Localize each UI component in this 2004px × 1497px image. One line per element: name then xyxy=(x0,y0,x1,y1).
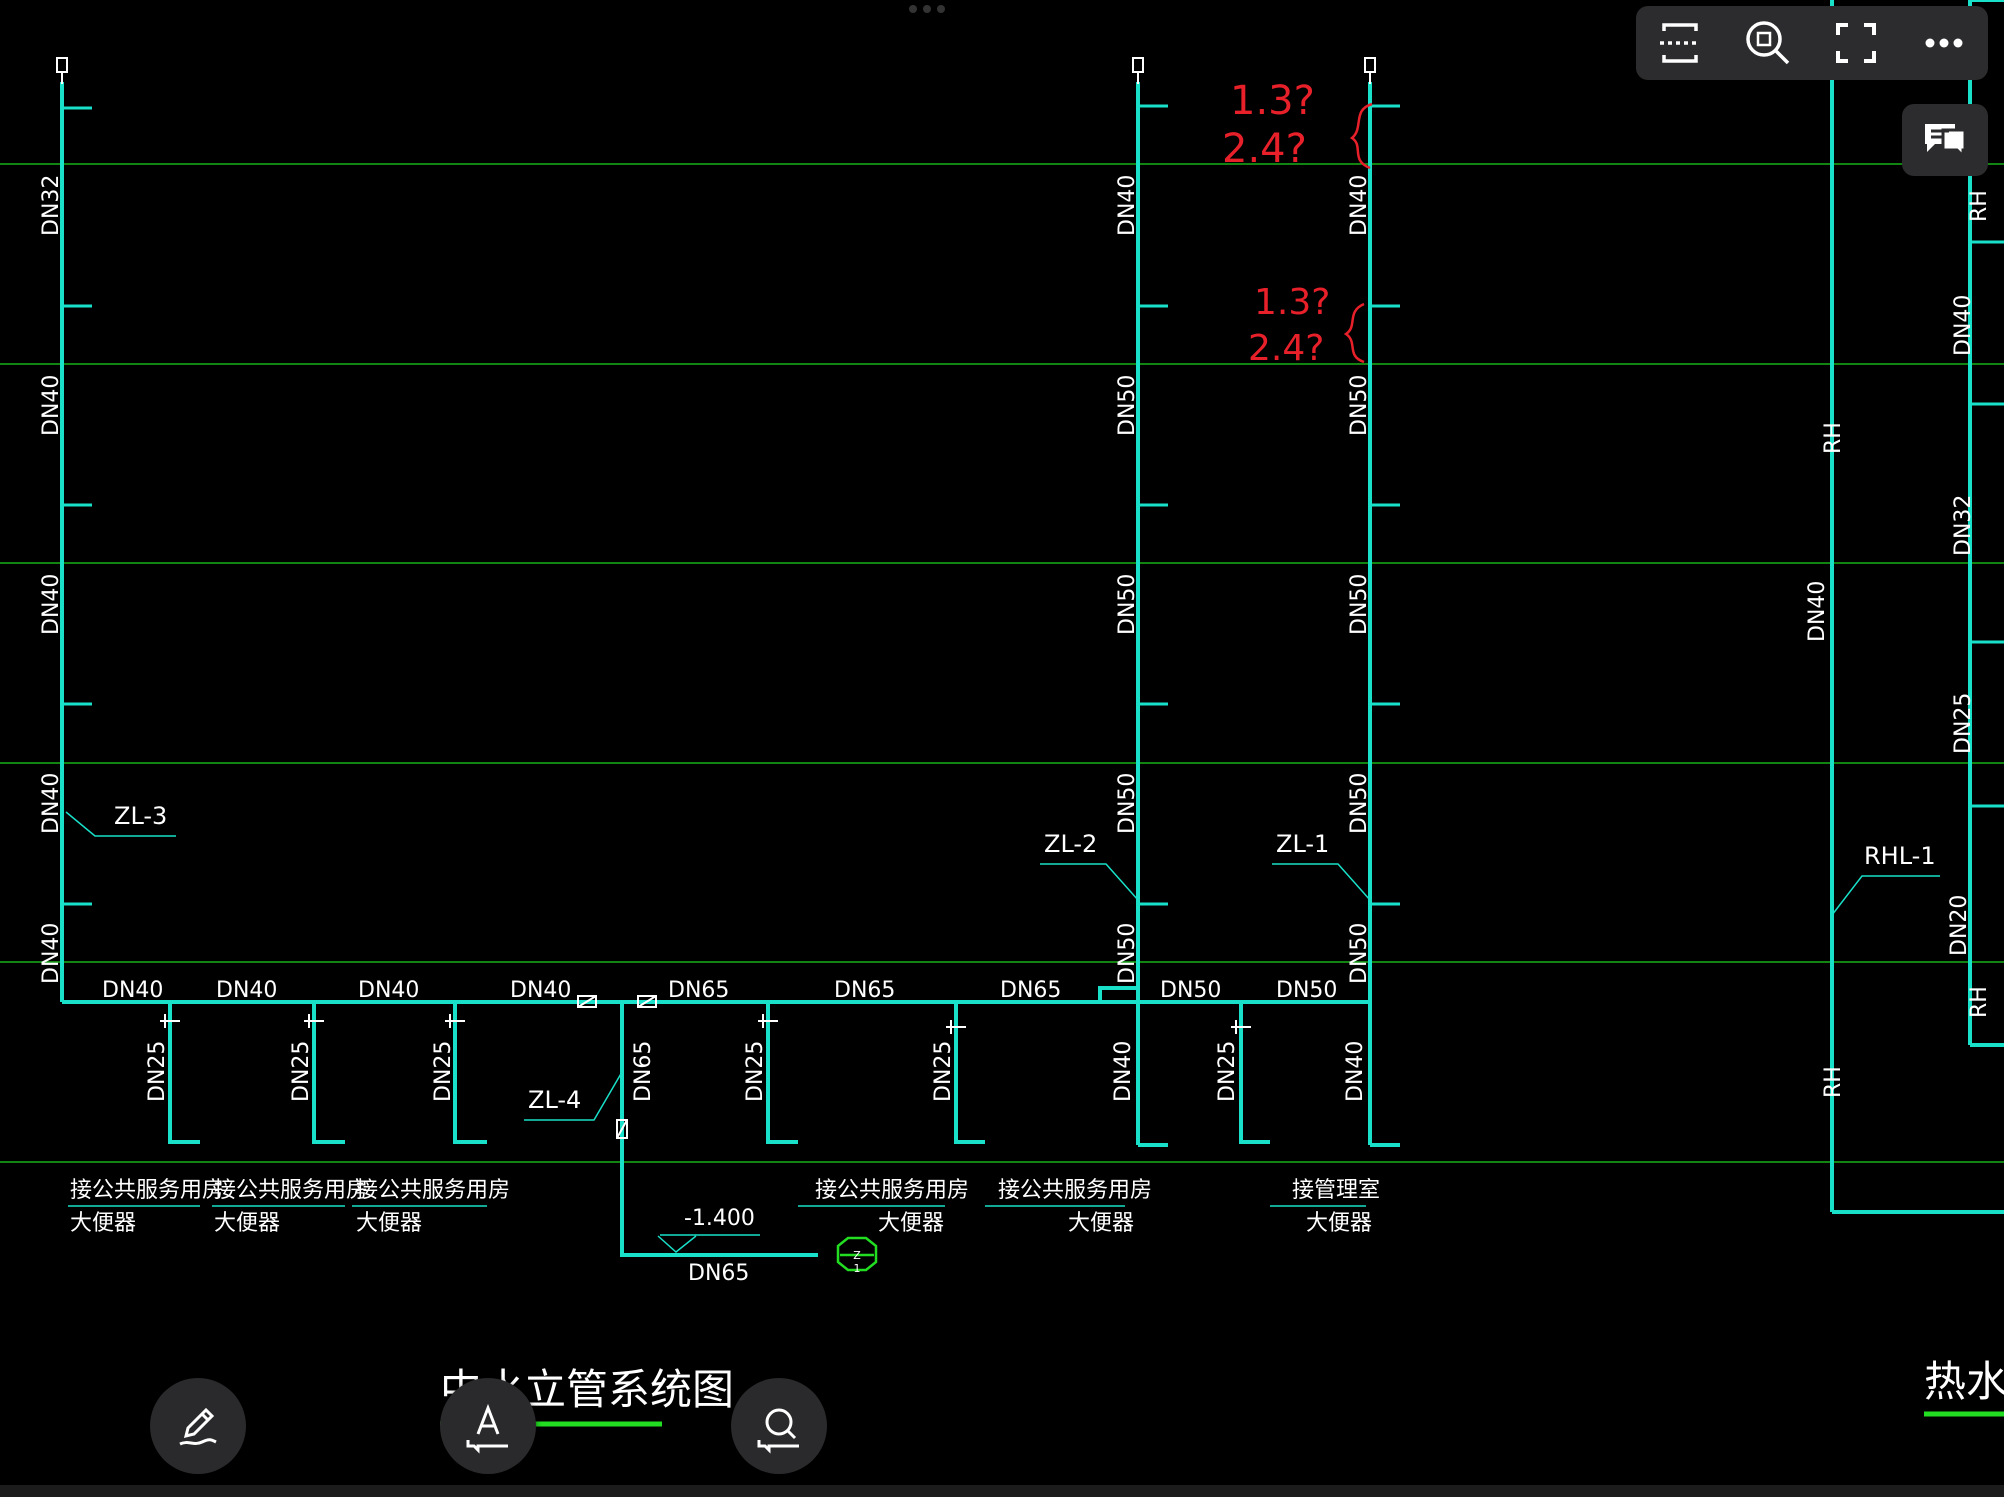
main-pipe-dn-label: DN50 xyxy=(1276,978,1337,1003)
fixture-label: 接公共服务用房 xyxy=(70,1178,224,1203)
right-riser-label: DN20 xyxy=(1947,895,1972,956)
riser-label-rhl1: RHL-1 xyxy=(1864,842,1936,870)
handwritten-note: 1.3? xyxy=(1254,282,1330,323)
riser-label-zl3: ZL-3 xyxy=(114,802,167,830)
handwritten-note: 2.4? xyxy=(1222,126,1307,172)
outlet-marker-bottom: 1 xyxy=(854,1262,861,1275)
branch-dn-label: DN65 xyxy=(631,1041,656,1102)
zl1-dn-label: DN50 xyxy=(1347,773,1372,834)
more-icon xyxy=(1925,38,1963,48)
level-label: -1.400 xyxy=(684,1206,755,1231)
fullscreen-icon xyxy=(1836,23,1876,63)
outlet-dn-label: DN65 xyxy=(688,1261,749,1286)
main-pipe-dn-label: DN40 xyxy=(216,978,277,1003)
drag-handle[interactable] xyxy=(902,2,952,16)
zl2-dn-label: DN50 xyxy=(1115,773,1140,834)
handwritten-note: 2.4? xyxy=(1248,328,1324,369)
text-annotation-icon xyxy=(466,1403,508,1454)
riser-label-zl2: ZL-2 xyxy=(1044,830,1097,858)
fixture-label: 接公共服务用房 xyxy=(356,1178,510,1203)
zl3-dn-label: DN40 xyxy=(39,574,64,635)
fixture-label: 大便器 xyxy=(70,1211,136,1236)
floor-stubs xyxy=(62,104,2004,906)
zl2-dn-label: DN40 xyxy=(1115,175,1140,236)
branch-dn-label: DN25 xyxy=(1215,1041,1240,1102)
zl3-dn-label: DN32 xyxy=(39,175,64,236)
fixture-label: 接管理室 xyxy=(1292,1178,1380,1203)
main-pipe-dn-label: DN65 xyxy=(834,978,895,1003)
outlet-marker-top: Z xyxy=(853,1249,861,1262)
vent-caps xyxy=(56,57,1376,84)
fullscreen-button[interactable] xyxy=(1824,11,1888,75)
zoom-fit-button[interactable] xyxy=(1736,11,1800,75)
branch-dn-label: DN25 xyxy=(289,1041,314,1102)
right-riser-label: DN32 xyxy=(1951,495,1976,556)
rh-riser-label: RH xyxy=(1821,422,1846,454)
scan-icon xyxy=(1660,23,1700,63)
main-pipe-dn-label: DN50 xyxy=(1160,978,1221,1003)
scan-button[interactable] xyxy=(1648,11,1712,75)
drawing-title-right: 热水 xyxy=(1924,1357,2004,1406)
fixture-label: 接公共服务用房 xyxy=(815,1178,969,1203)
zl2-dn-label: DN50 xyxy=(1115,574,1140,635)
text-annotation-button[interactable] xyxy=(440,1378,536,1474)
more-button[interactable] xyxy=(1912,11,1976,75)
valves xyxy=(160,995,1251,1139)
search-annotation-button[interactable] xyxy=(731,1378,827,1474)
zl1-dn-label: DN40 xyxy=(1347,175,1372,236)
cad-drawing-canvas[interactable]: DN32 DN40 DN40 DN40 DN40 DN40 DN50 DN50 DN50 DN50… xyxy=(0,0,2004,1497)
rh-riser-label: RH xyxy=(1821,1066,1846,1098)
search-annotation-icon xyxy=(757,1408,799,1454)
rh-riser-label: DN40 xyxy=(1805,581,1830,642)
zl3-dn-label: DN40 xyxy=(39,773,64,834)
branch-dn-label: DN25 xyxy=(431,1041,456,1102)
main-pipe-dn-label: DN40 xyxy=(510,978,571,1003)
fixture-label: 大便器 xyxy=(214,1211,280,1236)
zl1-dn-label: DN50 xyxy=(1347,923,1372,984)
main-pipe-dn-label: DN40 xyxy=(358,978,419,1003)
branch-dn-label: DN25 xyxy=(145,1041,170,1102)
fixture-label: 大便器 xyxy=(1068,1211,1134,1236)
branch-dn-label: DN25 xyxy=(743,1041,768,1102)
pen-icon xyxy=(179,1407,217,1446)
zl3-dn-label: DN40 xyxy=(39,375,64,436)
zl2-dn-label: DN50 xyxy=(1115,923,1140,984)
fixture-label: 大便器 xyxy=(878,1211,944,1236)
drawing-labels: DN32 DN40 DN40 DN40 DN40 DN40 DN50 DN50 DN50 DN50… xyxy=(39,175,2004,1427)
right-riser-label: RH xyxy=(1967,986,1992,1018)
pen-tool-button[interactable] xyxy=(150,1378,246,1474)
fixture-label: 大便器 xyxy=(1306,1211,1372,1236)
zl1-dn-label: DN50 xyxy=(1347,574,1372,635)
riser-label-zl4: ZL-4 xyxy=(528,1086,581,1114)
comment-icon xyxy=(1925,124,1967,160)
zoom-fit-icon xyxy=(1746,21,1790,65)
comments-button[interactable] xyxy=(1902,104,1988,176)
main-pipe-dn-label: DN65 xyxy=(668,978,729,1003)
top-toolbar xyxy=(1636,6,1988,80)
zl2-dn-label: DN50 xyxy=(1115,375,1140,436)
fixture-label: 大便器 xyxy=(356,1211,422,1236)
fixture-label: 接公共服务用房 xyxy=(214,1178,368,1203)
main-pipe-dn-label: DN65 xyxy=(1000,978,1061,1003)
main-pipe-dn-label: DN40 xyxy=(102,978,163,1003)
bottom-edge-bar xyxy=(0,1485,2004,1497)
zl1-dn-label: DN50 xyxy=(1347,375,1372,436)
branch-dn-label: DN40 xyxy=(1343,1041,1368,1102)
handwritten-note: 1.3? xyxy=(1230,78,1315,124)
right-riser-label: DN40 xyxy=(1951,295,1976,356)
zl3-dn-label: DN40 xyxy=(39,923,64,984)
right-riser-label: RH xyxy=(1967,190,1992,222)
branch-dn-label: DN25 xyxy=(931,1041,956,1102)
right-riser-label: DN25 xyxy=(1951,693,1976,754)
riser-label-zl1: ZL-1 xyxy=(1276,830,1329,858)
pipes xyxy=(60,0,2004,1257)
fixture-label: 接公共服务用房 xyxy=(998,1178,1152,1203)
floor-lines xyxy=(0,163,2004,1163)
branch-dn-label: DN40 xyxy=(1111,1041,1136,1102)
